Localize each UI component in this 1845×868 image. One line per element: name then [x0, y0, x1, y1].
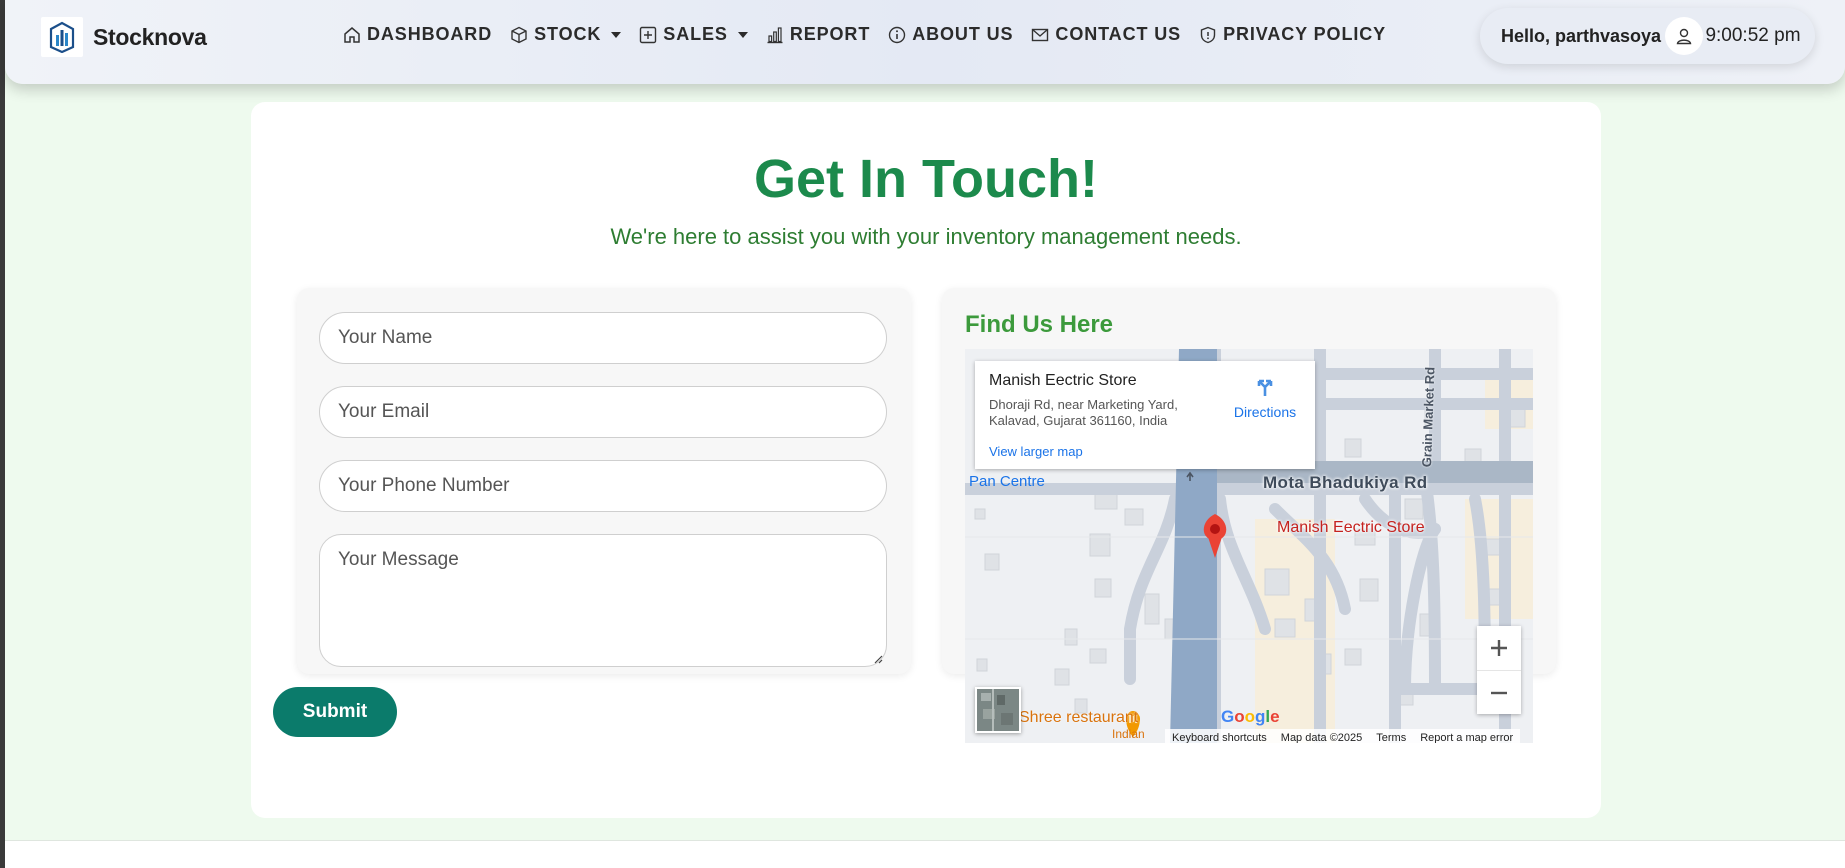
map-label-pin[interactable]: Manish Eectric Store	[1277, 519, 1425, 537]
nav-sales-dropdown[interactable]: SALES	[639, 24, 748, 45]
envelope-icon	[1032, 28, 1049, 41]
nav-privacy[interactable]: PRIVACY POLICY	[1199, 24, 1386, 45]
report-map-error-link[interactable]: Report a map error	[1413, 732, 1520, 743]
map-label-pan-centre[interactable]: Pan Centre	[969, 473, 1045, 490]
place-name: Manish Eectric Store	[989, 372, 1137, 389]
nav-stock-dropdown[interactable]: STOCK	[510, 24, 622, 45]
map-label-road: Mota Bhadukiya Rd	[1263, 473, 1428, 492]
nav-sales-label: SALES	[663, 24, 728, 44]
nav-dashboard[interactable]: DASHBOARD	[343, 24, 492, 45]
nav-contact-label: CONTACT US	[1055, 24, 1182, 44]
nav-contact[interactable]: CONTACT US	[1031, 24, 1181, 45]
map-attribution: Keyboard shortcuts Map data ©2025 Terms …	[1165, 729, 1521, 743]
map-label-restaurant-type: Indian	[1112, 727, 1145, 741]
info-circle-icon	[889, 26, 906, 43]
place-info-card: Manish Eectric Store Dhoraji Rd, near Ma…	[975, 361, 1315, 469]
contact-form	[297, 288, 911, 674]
nav-about-label: ABOUT US	[912, 24, 1014, 44]
directions-label: Directions	[1233, 404, 1297, 420]
user-greeting: Hello, parthvasoya	[1501, 26, 1662, 46]
keyboard-shortcuts-link[interactable]: Keyboard shortcuts	[1165, 732, 1274, 743]
embedded-map[interactable]: Pan Centre Mota Bhadukiya Rd Grain Marke…	[965, 349, 1533, 743]
nav-report[interactable]: REPORT	[766, 24, 870, 45]
page-footer	[5, 840, 1845, 868]
user-info: Hello, parthvasoya 9:00:52 pm	[1480, 8, 1815, 64]
page-title: Get In Touch!	[754, 149, 1098, 209]
map-heading: Find Us Here	[965, 311, 1114, 338]
resize-grip-icon[interactable]	[873, 654, 883, 664]
view-larger-map-link[interactable]: View larger map	[989, 444, 1083, 459]
shield-icon	[1200, 26, 1216, 43]
bar-chart-icon	[767, 26, 783, 43]
zoom-out-button[interactable]	[1477, 670, 1521, 714]
brand-name: Stocknova	[93, 23, 207, 50]
main-nav: DASHBOARD STOCK SALES REPORT ABOUT US CO…	[343, 24, 1404, 45]
email-input[interactable]	[319, 386, 887, 438]
nav-about[interactable]: ABOUT US	[888, 24, 1013, 45]
clock-time: 9:00:52 pm	[1705, 25, 1801, 46]
user-icon	[1676, 28, 1692, 45]
phone-input[interactable]	[319, 460, 887, 512]
zoom-in-button[interactable]	[1477, 626, 1521, 670]
minus-icon	[1491, 691, 1507, 694]
submit-button[interactable]: Submit	[273, 687, 397, 737]
message-textarea[interactable]	[319, 534, 887, 667]
stocknova-logo-icon	[41, 17, 83, 57]
zoom-controls	[1477, 626, 1521, 714]
chevron-down-icon	[737, 31, 748, 38]
top-navbar: Stocknova DASHBOARD STOCK SALES REPORT A…	[5, 0, 1845, 84]
map-label-restaurant[interactable]: Shree restaurant	[1019, 709, 1138, 727]
home-icon	[344, 26, 360, 43]
chevron-down-icon	[611, 31, 622, 38]
name-input[interactable]	[319, 312, 887, 364]
place-address: Dhoraji Rd, near Marketing Yard, Kalavad…	[989, 397, 1178, 428]
page-subtitle: We're here to assist you with your inven…	[610, 224, 1242, 249]
user-profile-button[interactable]	[1665, 17, 1703, 55]
map-data-text: Map data ©2025	[1280, 732, 1363, 743]
directions-button[interactable]: Directions	[1225, 375, 1305, 420]
terms-link[interactable]: Terms	[1369, 732, 1413, 743]
google-logo: Google	[1221, 707, 1280, 726]
brand[interactable]: Stocknova	[41, 17, 207, 57]
satellite-toggle[interactable]	[975, 687, 1021, 733]
directions-icon	[1257, 379, 1273, 396]
box-icon	[511, 26, 527, 43]
satellite-thumbnail-icon	[977, 689, 1019, 731]
nav-privacy-label: PRIVACY POLICY	[1223, 24, 1387, 44]
nav-dashboard-label: DASHBOARD	[367, 24, 493, 44]
plus-icon	[1491, 640, 1507, 656]
nav-stock-label: STOCK	[534, 24, 602, 44]
plus-square-icon	[640, 26, 657, 43]
nav-report-label: REPORT	[789, 24, 871, 44]
